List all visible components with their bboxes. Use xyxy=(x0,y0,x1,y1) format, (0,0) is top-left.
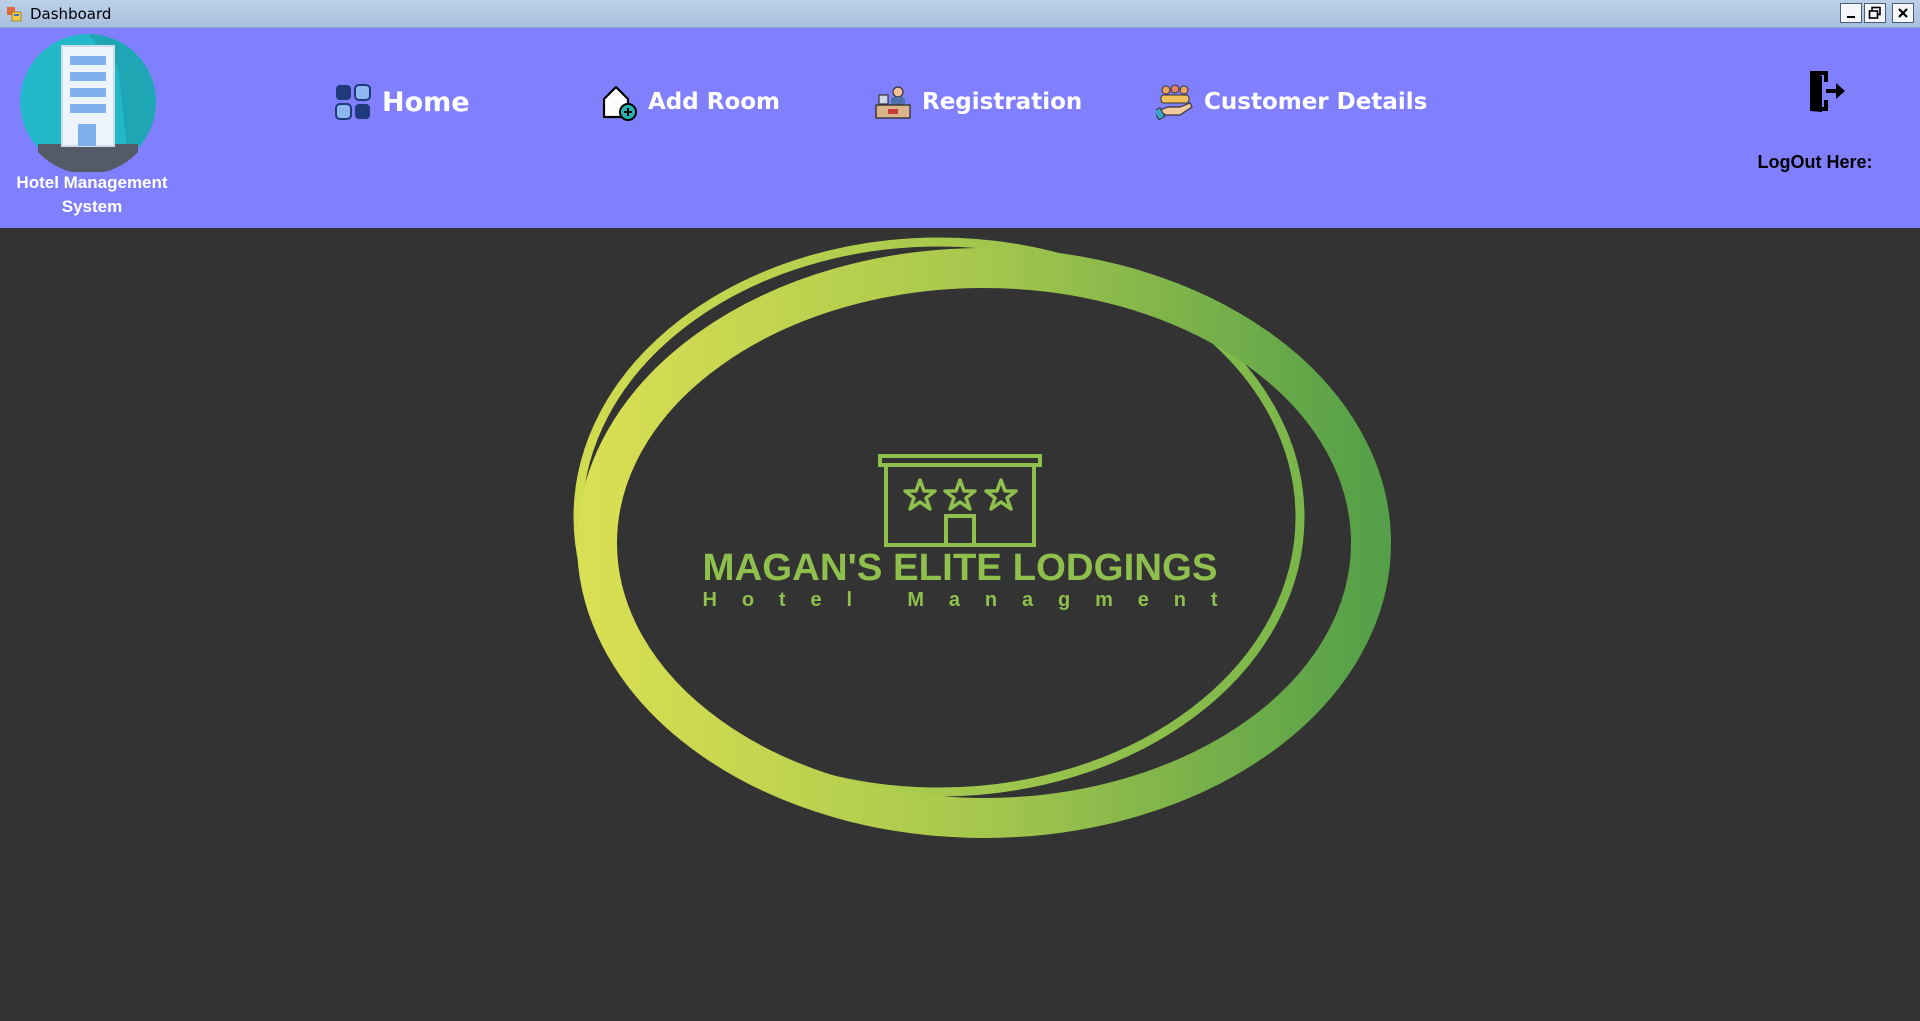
window-title: Dashboard xyxy=(30,5,112,23)
logo-title: MAGAN'S ELITE LODGINGS xyxy=(703,547,1218,589)
logout-label[interactable]: LogOut Here: xyxy=(1740,152,1890,173)
brand-name: Hotel Management System xyxy=(0,171,184,219)
brand-name-line2: System xyxy=(61,197,123,216)
nav-home-button[interactable]: Home xyxy=(334,80,470,124)
brand-name-line1: Hotel Management xyxy=(16,173,168,192)
reception-desk-icon xyxy=(874,83,912,121)
close-button[interactable] xyxy=(1892,3,1914,23)
top-nav-bar: Hotel Management System Home Add Room Re… xyxy=(0,28,1920,228)
restore-button[interactable] xyxy=(1864,3,1886,23)
nav-add-room-button[interactable]: Add Room xyxy=(600,80,780,124)
nav-registration-label: Registration xyxy=(922,89,1083,115)
nav-customer-details-button[interactable]: Customer Details xyxy=(1156,80,1427,124)
minimize-button[interactable] xyxy=(1840,3,1862,23)
nav-add-room-label: Add Room xyxy=(648,89,781,115)
logo-stars-icon xyxy=(903,478,1018,511)
nav-customer-details-label: Customer Details xyxy=(1204,89,1428,115)
app-icon xyxy=(7,7,22,22)
hotel-logo: MAGAN'S ELITE LODGINGS Hotel Managment xyxy=(573,237,1391,838)
nav-home-label: Home xyxy=(382,86,470,118)
minimize-icon xyxy=(1847,16,1855,18)
logo-tagline: Hotel Managment xyxy=(703,589,1218,611)
restore-icon xyxy=(1868,6,1881,19)
window-titlebar: Dashboard xyxy=(0,0,1920,28)
logout-door-icon[interactable] xyxy=(1806,68,1846,114)
grid-icon xyxy=(334,83,372,121)
add-home-icon xyxy=(600,83,638,121)
nav-registration-button[interactable]: Registration xyxy=(874,80,1082,124)
customers-icon xyxy=(1156,83,1194,121)
close-icon xyxy=(1898,8,1908,18)
hotel-building-icon xyxy=(20,34,156,172)
